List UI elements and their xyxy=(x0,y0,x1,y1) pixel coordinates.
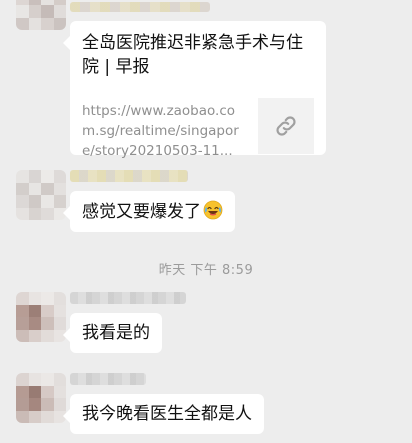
avatar[interactable] xyxy=(16,170,66,220)
link-message-card[interactable]: 全岛医院推迟非紧急手术与住院 | 早报 https://www.zaobao.c… xyxy=(63,21,326,159)
text-message[interactable]: 我今晚看医生全都是人 xyxy=(63,394,264,434)
message-text: 感觉又要爆发了 xyxy=(82,202,201,222)
sender-name xyxy=(70,2,210,12)
message-text: 我今晚看医生全都是人 xyxy=(82,404,252,424)
text-message[interactable]: 我看是的 xyxy=(63,313,162,353)
avatar[interactable] xyxy=(16,0,66,30)
sender-name xyxy=(70,373,146,385)
laughing-crying-face-icon xyxy=(203,200,223,220)
chat-timestamp: 昨天 下午 8:59 xyxy=(158,263,254,278)
sender-name xyxy=(70,292,186,304)
link-thumbnail xyxy=(258,98,314,154)
link-url: https://www.zaobao.com.sg/realtime/singa… xyxy=(82,103,239,159)
link-title: 全岛医院推迟非紧急手术与住院 | 早报 xyxy=(82,33,303,77)
link-icon xyxy=(276,116,296,136)
message-text: 我看是的 xyxy=(82,323,150,343)
avatar[interactable] xyxy=(16,292,66,342)
avatar[interactable] xyxy=(16,373,66,423)
sender-name xyxy=(70,170,188,182)
text-message[interactable]: 感觉又要爆发了 xyxy=(63,191,235,232)
